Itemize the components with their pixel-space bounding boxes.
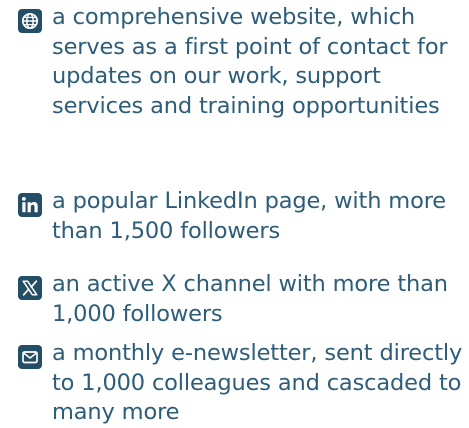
list-item-text: a comprehensive website, which serves as… <box>52 4 448 119</box>
linkedin-icon <box>18 193 42 217</box>
globe-icon <box>18 9 42 33</box>
x-icon <box>18 276 42 300</box>
envelope-icon <box>18 345 42 369</box>
list-item-text: a monthly e-newsletter, sent directly to… <box>52 340 463 425</box>
list-item-text: a popular LinkedIn page, with more than … <box>52 188 446 244</box>
list-item-text: an active X channel with more than 1,000… <box>52 271 448 327</box>
